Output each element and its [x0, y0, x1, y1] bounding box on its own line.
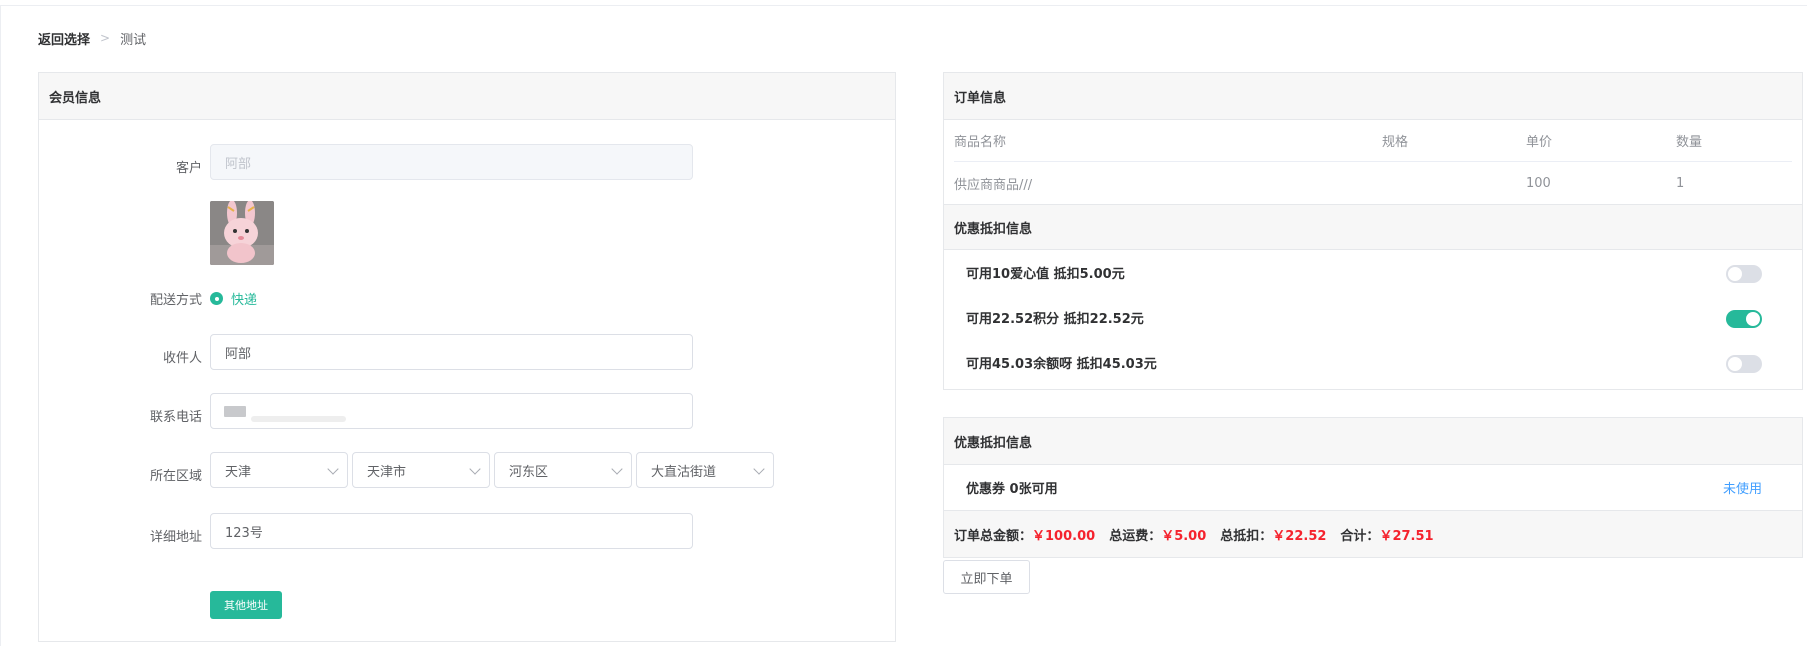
discount-label: 可用45.03余额呀 抵扣45.03元	[966, 357, 1157, 372]
deduction-label: 总抵扣：	[1220, 528, 1273, 544]
place-order-button[interactable]: 立即下单	[943, 560, 1030, 594]
phone-redacted-mask	[224, 406, 246, 417]
phone-blur-mask	[251, 416, 346, 422]
discount-row-love: 可用10爱心值 抵扣5.00元	[944, 250, 1802, 295]
customer-label: 客户	[175, 161, 202, 176]
breadcrumb: 返回选择 > 测试	[38, 28, 146, 48]
chevron-down-icon	[611, 463, 623, 475]
street-select[interactable]: 大直沽街道	[636, 452, 774, 488]
order-info-title: 订单信息	[944, 73, 1802, 120]
coupon-card: 优惠抵扣信息 优惠券 0张可用 未使用 订单总金额： ￥100.00 总运费： …	[943, 417, 1803, 558]
totals-row: 订单总金额： ￥100.00 总运费： ￥5.00 总抵扣： ￥22.52 合计…	[944, 511, 1802, 557]
district-value: 河东区	[509, 464, 549, 480]
phone-label: 联系电话	[149, 410, 202, 425]
sum-value: ￥27.51	[1379, 528, 1434, 544]
breadcrumb-separator-icon: >	[100, 31, 111, 45]
order-info-card: 订单信息 商品名称 规格 单价 数量 供应商商品/// 100 1 优惠抵扣信息…	[943, 72, 1803, 390]
chevron-down-icon	[327, 463, 339, 475]
discount-label: 可用22.52积分 抵扣22.52元	[966, 312, 1144, 327]
province-select[interactable]: 天津	[210, 452, 348, 488]
top-divider	[0, 5, 1807, 6]
col-header-qty: 数量	[1676, 135, 1703, 150]
address-label: 详细地址	[149, 530, 202, 545]
discount-row-points: 可用22.52积分 抵扣22.52元	[944, 295, 1802, 340]
cell-price: 100	[1526, 175, 1551, 191]
total-amount-label: 订单总金额：	[954, 528, 1033, 544]
street-value: 大直沽街道	[651, 464, 717, 480]
shipping-value: ￥5.00	[1161, 528, 1207, 544]
coupon-label: 优惠券 0张可用	[966, 482, 1058, 497]
discount-toggle-love[interactable]	[1726, 265, 1762, 283]
address-value: 123号	[225, 525, 263, 541]
cell-name: 供应商商品///	[954, 177, 1033, 193]
breadcrumb-current: 测试	[120, 32, 147, 48]
customer-avatar	[210, 201, 274, 265]
customer-placeholder: 阿部	[225, 156, 252, 172]
address-input[interactable]: 123号	[210, 513, 693, 549]
coupon-status-link[interactable]: 未使用	[1723, 478, 1762, 497]
receiver-label: 收件人	[162, 351, 202, 366]
city-select[interactable]: 天津市	[352, 452, 490, 488]
col-header-name: 商品名称	[954, 135, 1007, 150]
toggle-knob	[1728, 267, 1742, 281]
left-divider	[0, 5, 1, 646]
district-select[interactable]: 河东区	[494, 452, 632, 488]
chevron-down-icon	[753, 463, 765, 475]
cell-qty: 1	[1676, 175, 1685, 191]
delivery-radio-express[interactable]: 快递	[210, 289, 257, 308]
chevron-down-icon	[469, 463, 481, 475]
city-value: 天津市	[367, 464, 407, 480]
member-info-title: 会员信息	[39, 73, 895, 120]
table-row: 供应商商品/// 100 1	[954, 162, 1792, 204]
order-table-header: 商品名称 规格 单价 数量	[954, 120, 1792, 162]
discount-toggle-balance[interactable]	[1726, 355, 1762, 373]
discount-toggle-points[interactable]	[1726, 310, 1762, 328]
toggle-knob	[1728, 357, 1742, 371]
delivery-label: 配送方式	[149, 293, 202, 308]
delivery-option-label: 快递	[231, 293, 258, 308]
order-table: 商品名称 规格 单价 数量 供应商商品/// 100 1	[944, 120, 1802, 204]
discount-label: 可用10爱心值 抵扣5.00元	[966, 267, 1125, 282]
customer-input: 阿部	[210, 144, 693, 180]
coupon-section-title: 优惠抵扣信息	[944, 418, 1802, 465]
coupon-row: 优惠券 0张可用 未使用	[944, 465, 1802, 511]
region-label: 所在区域	[149, 469, 202, 484]
phone-input[interactable]	[210, 393, 693, 429]
province-value: 天津	[225, 464, 252, 480]
radio-checked-icon	[210, 292, 223, 305]
other-address-button[interactable]: 其他地址	[210, 591, 282, 619]
receiver-value: 阿部	[225, 346, 252, 362]
discount-section-title: 优惠抵扣信息	[944, 204, 1802, 250]
deduction-value: ￥22.52	[1272, 528, 1327, 544]
total-amount-value: ￥100.00	[1032, 528, 1096, 544]
avatar-image-icon	[210, 201, 274, 265]
toggle-knob	[1746, 312, 1760, 326]
receiver-input[interactable]: 阿部	[210, 334, 693, 370]
shipping-label: 总运费：	[1109, 528, 1162, 544]
discount-row-balance: 可用45.03余额呀 抵扣45.03元	[944, 340, 1802, 385]
sum-label: 合计：	[1340, 528, 1380, 544]
member-info-card: 会员信息 客户 阿部 配送方式 快递 收件人 阿部 联系电话 所在区域 天津 天…	[38, 72, 896, 642]
breadcrumb-back-link[interactable]: 返回选择	[38, 29, 90, 48]
col-header-spec: 规格	[1382, 135, 1409, 150]
col-header-price: 单价	[1526, 135, 1553, 150]
